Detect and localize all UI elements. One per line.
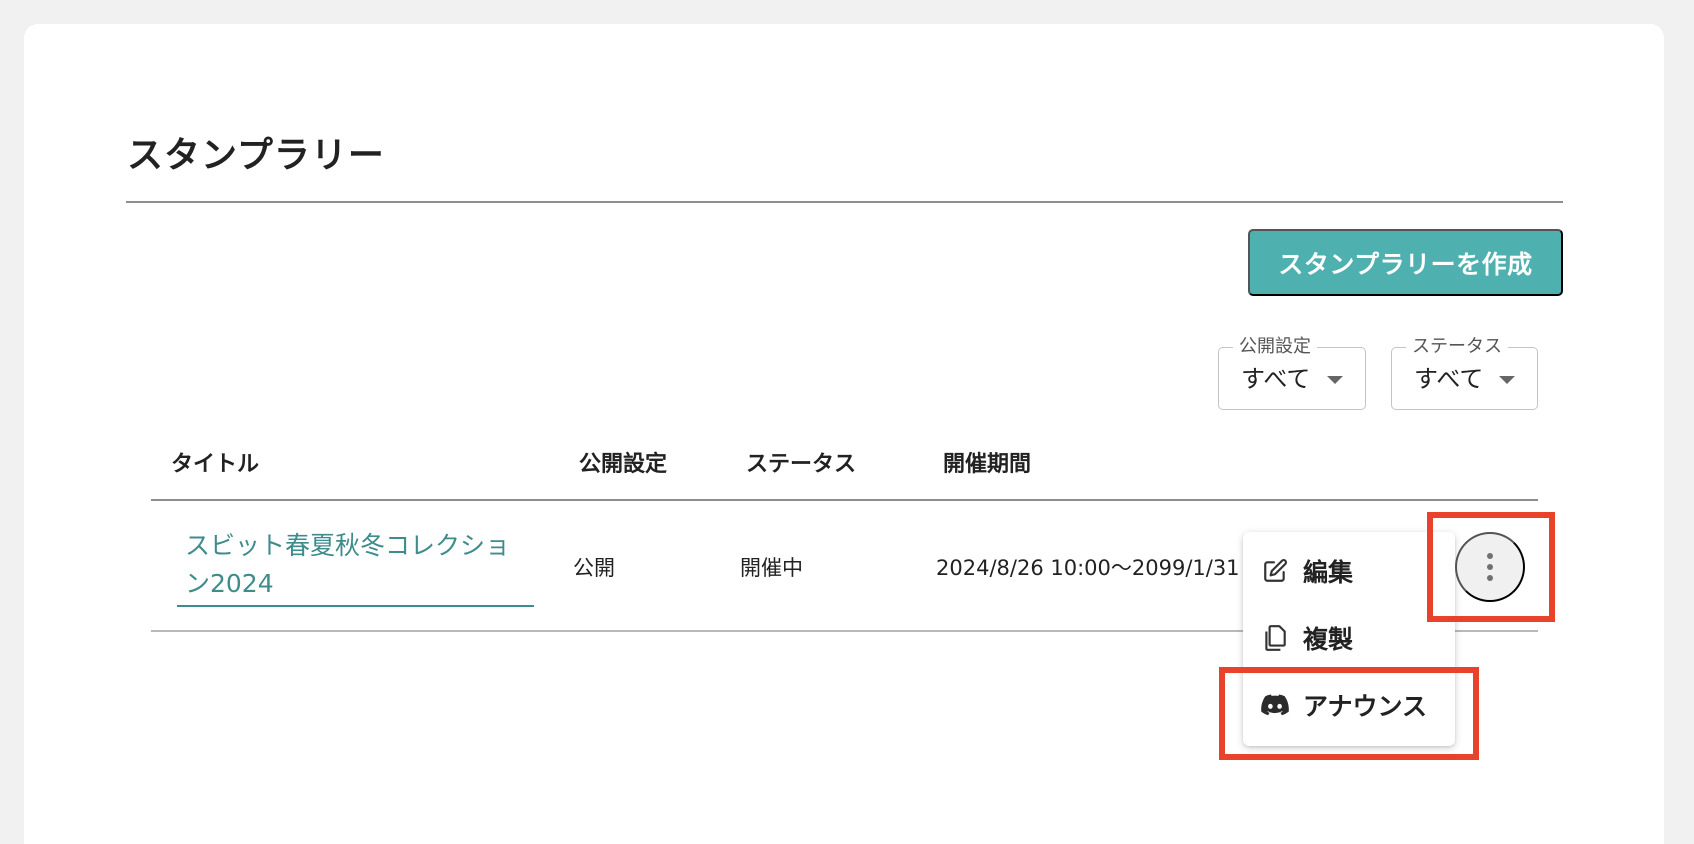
- highlight-box-announce: [1219, 667, 1479, 760]
- menu-item-duplicate[interactable]: 複製: [1243, 605, 1455, 671]
- copy-icon: [1261, 624, 1289, 652]
- status-filter-label: ステータス: [1406, 336, 1508, 358]
- title-divider: [126, 201, 1563, 203]
- column-header-title: タイトル: [171, 452, 260, 477]
- row-period: 2024/8/26 10:00〜2099/1/31 0:00: [936, 556, 1256, 580]
- visibility-filter-select[interactable]: 公開設定 すべて: [1218, 336, 1366, 410]
- menu-item-edit[interactable]: 編集: [1243, 538, 1455, 604]
- caret-down-icon: [1499, 376, 1515, 384]
- table-header-divider: [151, 499, 1538, 501]
- create-stamp-rally-button[interactable]: スタンプラリーを作成: [1248, 229, 1563, 296]
- column-header-visibility: 公開設定: [579, 452, 668, 477]
- menu-item-duplicate-label: 複製: [1303, 625, 1354, 654]
- visibility-filter-value: すべて: [1241, 365, 1311, 393]
- caret-down-icon: [1327, 376, 1343, 384]
- edit-icon: [1261, 557, 1289, 585]
- page-title: スタンプラリー: [127, 135, 385, 176]
- visibility-filter-label: 公開設定: [1233, 336, 1317, 358]
- column-header-period: 開催期間: [943, 452, 1032, 477]
- status-filter-value: すべて: [1414, 365, 1484, 393]
- column-header-status: ステータス: [746, 452, 857, 477]
- highlight-box-more-button: [1427, 512, 1555, 622]
- status-filter-select[interactable]: ステータス すべて: [1391, 336, 1538, 410]
- row-visibility: 公開: [573, 556, 615, 580]
- row-title-link[interactable]: スビット春夏秋冬コレクション2024: [177, 527, 534, 607]
- row-status: 開催中: [740, 556, 803, 580]
- menu-item-edit-label: 編集: [1303, 558, 1354, 587]
